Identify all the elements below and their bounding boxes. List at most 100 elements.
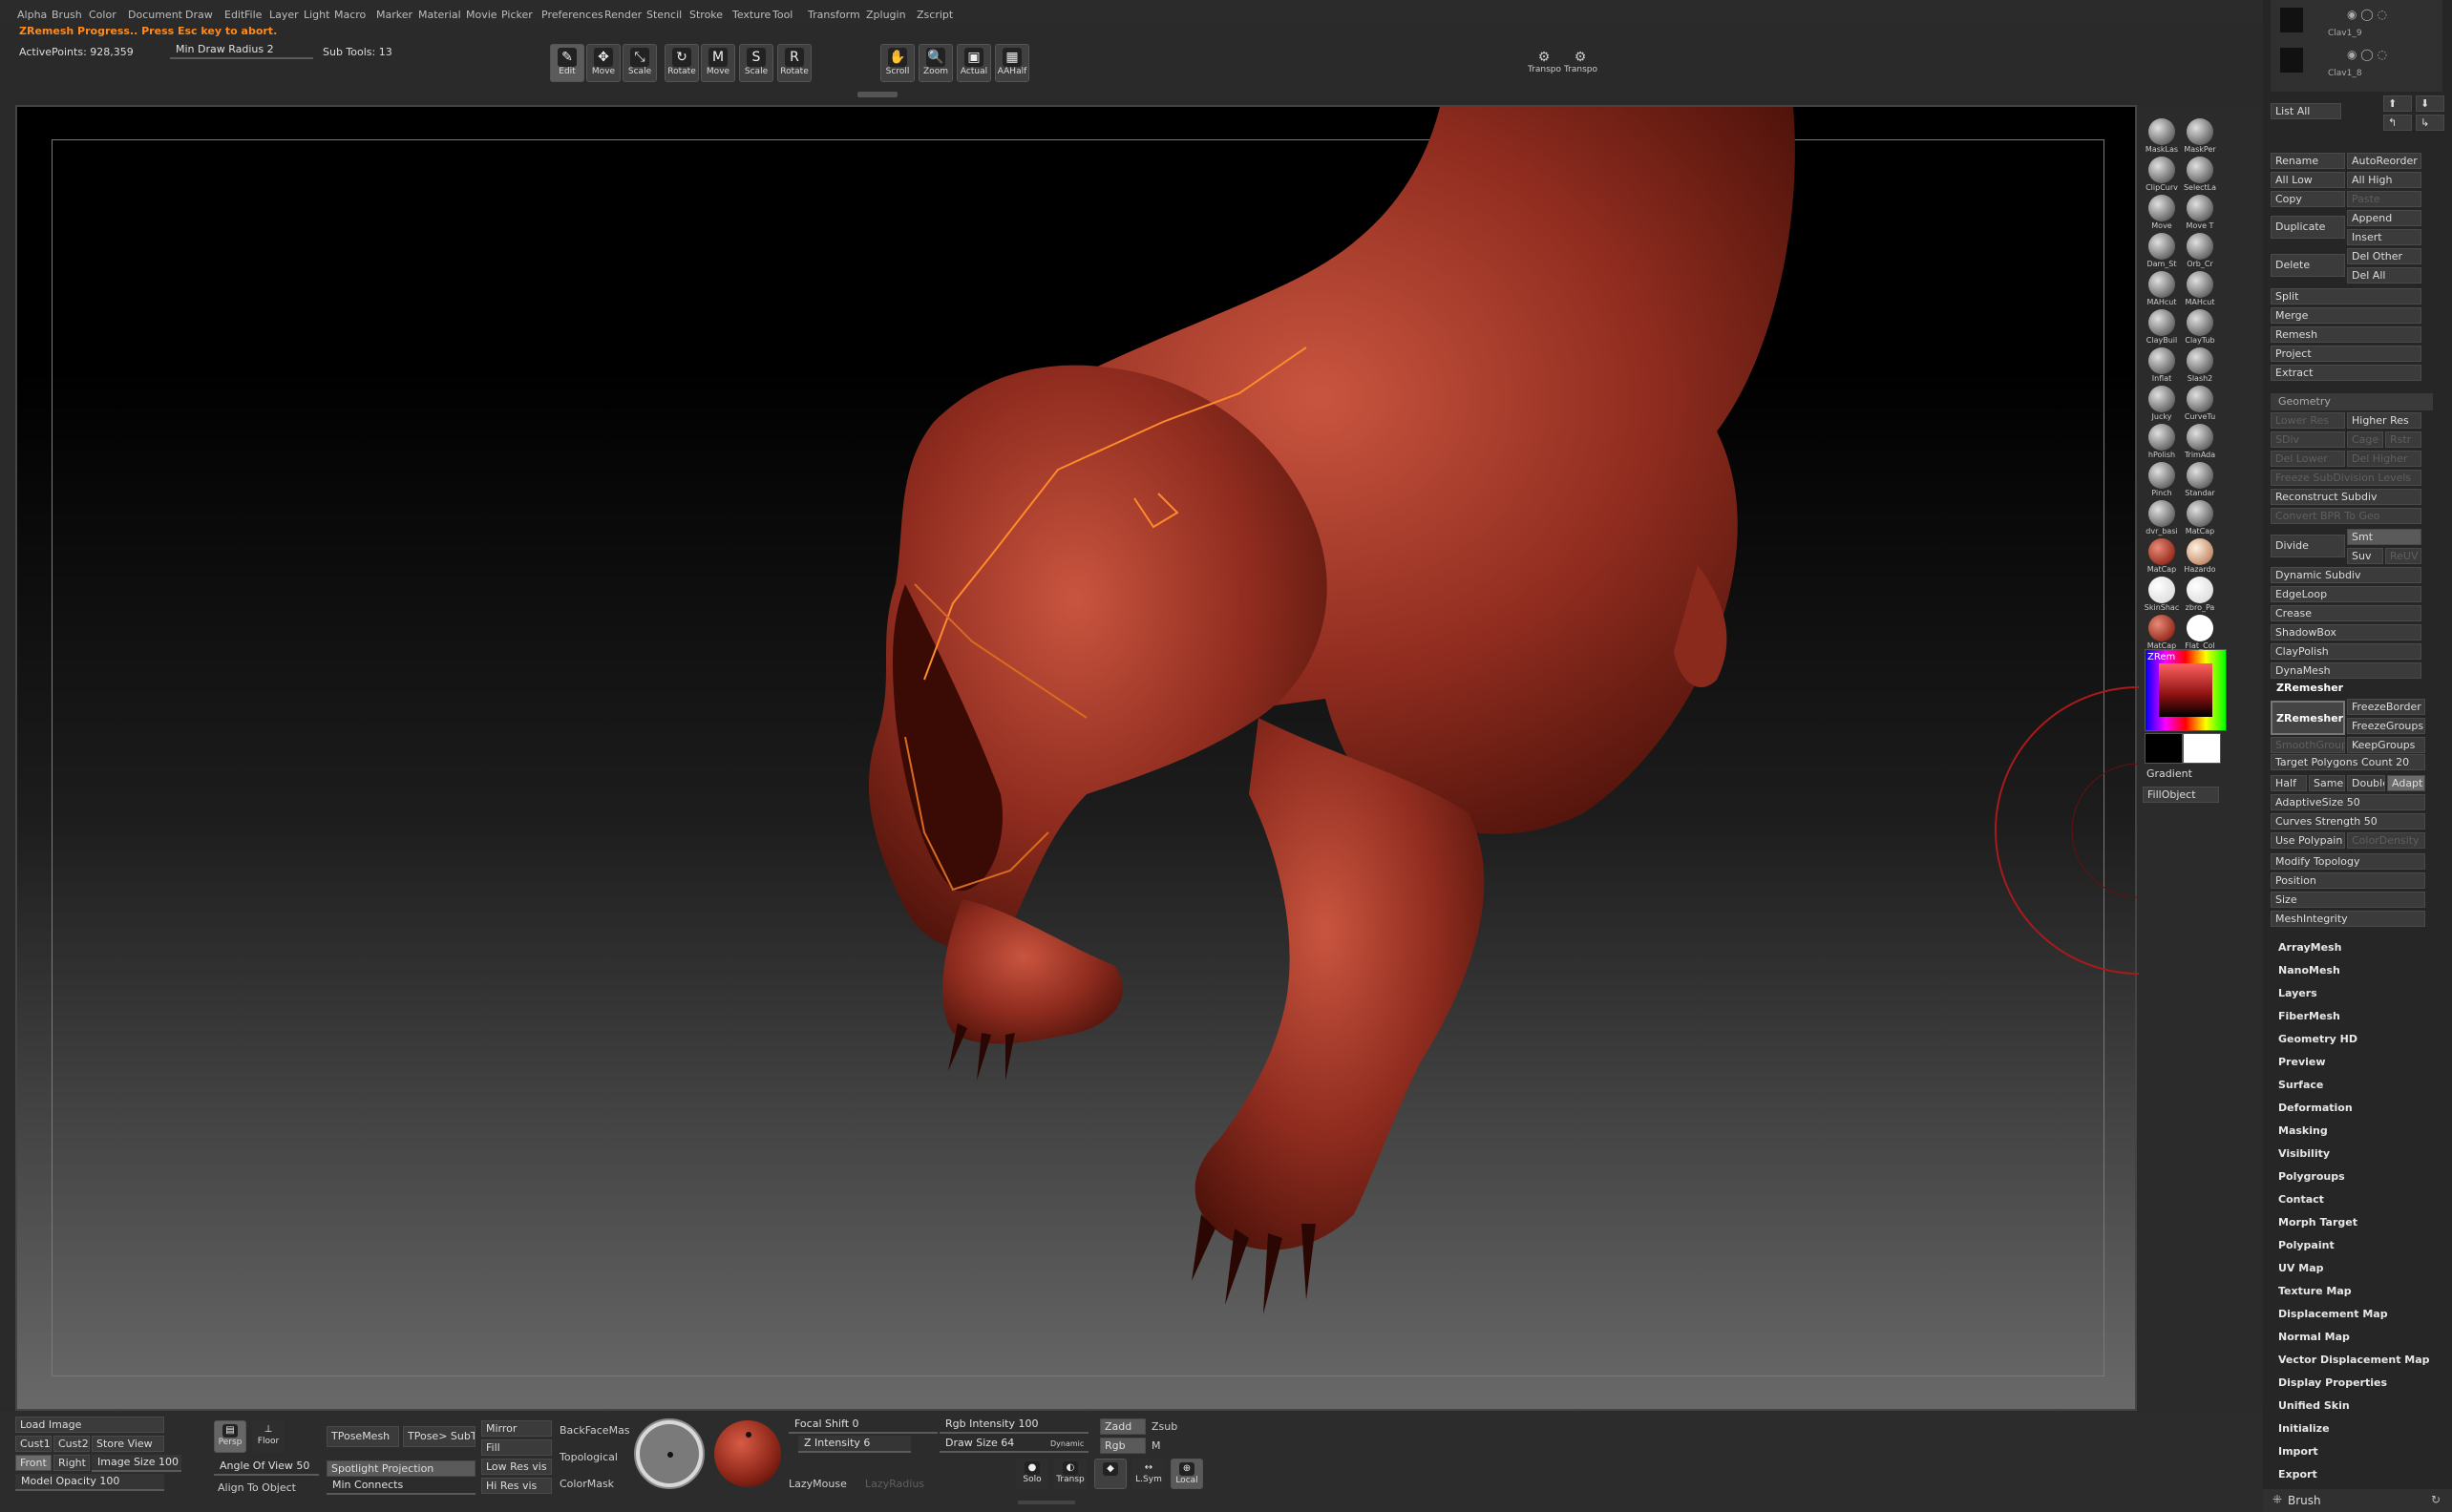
freeze-border-button[interactable]: FreezeBorder [2347, 699, 2425, 715]
tool-section-contact[interactable]: Contact [2278, 1193, 2324, 1206]
extract-section[interactable]: Extract [2271, 365, 2421, 381]
reuv-toggle[interactable]: ReUV [2385, 548, 2421, 564]
bottom-scroll-handle[interactable] [1018, 1501, 1075, 1504]
material-preview[interactable] [714, 1420, 781, 1487]
tool-section-fibermesh[interactable]: FiberMesh [2278, 1010, 2340, 1022]
adaptive-size-slider[interactable]: AdaptiveSize 50 [2271, 794, 2425, 810]
subtool-list[interactable]: Clav1_9 Clav1_8 ◉ ◯ ◌ ◉ ◯ ◌ [2271, 0, 2442, 92]
tool-section-geometry-hd[interactable]: Geometry HD [2278, 1033, 2357, 1045]
reconstruct-subdiv-button[interactable]: Reconstruct Subdiv [2271, 489, 2421, 505]
rstr-button[interactable]: Rstr [2385, 431, 2421, 448]
color-picker[interactable]: ZRem [2145, 649, 2227, 731]
menu-item-stencil[interactable]: Stencil [646, 9, 682, 21]
claypolish-section[interactable]: ClayPolish [2271, 643, 2421, 660]
list-all-button[interactable]: List All [2271, 103, 2341, 119]
dynamic-subdiv-section[interactable]: Dynamic Subdiv [2271, 567, 2421, 583]
append-button[interactable]: Append [2347, 210, 2421, 226]
menu-item-zscript[interactable]: Zscript [917, 9, 953, 21]
angle-of-view-slider[interactable]: Angle Of View 50 [214, 1459, 319, 1476]
modify-topology-section[interactable]: Modify Topology [2271, 853, 2425, 870]
tool-section-initialize[interactable]: Initialize [2278, 1422, 2330, 1435]
tool-section-layers[interactable]: Layers [2278, 987, 2317, 999]
brush-slot[interactable]: Jucky [2143, 386, 2181, 421]
copy-button[interactable]: Copy [2271, 191, 2345, 207]
all-low-button[interactable]: All Low [2271, 172, 2345, 188]
tool-section-morph-target[interactable]: Morph Target [2278, 1216, 2357, 1228]
model-opacity-slider[interactable]: Model Opacity 100 [15, 1474, 164, 1491]
paste-button[interactable]: Paste [2347, 191, 2421, 207]
tool-section-vector-displacement-map[interactable]: Vector Displacement Map [2278, 1354, 2430, 1366]
freeze-subdivision-button[interactable]: Freeze SubDivision Levels [2271, 470, 2421, 486]
rename-button[interactable]: Rename [2271, 153, 2345, 169]
eye-icon[interactable]: ◉ ◯ ◌ [2347, 8, 2387, 21]
min-connects-slider[interactable]: Min Connects [327, 1478, 476, 1495]
edit-button[interactable]: ✎ Edit [550, 44, 584, 82]
tool-section-arraymesh[interactable]: ArrayMesh [2278, 941, 2341, 954]
cust1-button[interactable]: Cust1 [15, 1436, 52, 1452]
eye-icon[interactable]: ◉ ◯ ◌ [2347, 48, 2387, 61]
main-color-swatch[interactable] [2183, 733, 2221, 764]
sdiv-slider[interactable]: SDiv [2271, 431, 2345, 448]
use-polypaint-button[interactable]: Use Polypain [2271, 832, 2345, 849]
aahalf-button[interactable]: ▦ AAHalf [995, 44, 1029, 82]
gizmo-move-button[interactable]: M Move [701, 44, 735, 82]
image-size-slider[interactable]: Image Size 100 [92, 1455, 181, 1472]
tool-section-polypaint[interactable]: Polypaint [2278, 1239, 2335, 1251]
menu-item-marker[interactable]: Marker [376, 9, 412, 21]
tool-section-texture-map[interactable]: Texture Map [2278, 1285, 2352, 1297]
brush-slot[interactable]: MatCap [2143, 615, 2181, 650]
arrow-up-icon[interactable]: ⬆ [2383, 95, 2412, 112]
menu-item-file[interactable]: File [244, 9, 262, 21]
tpose-subt-button[interactable]: TPose> SubT [403, 1426, 476, 1447]
menu-item-preferences[interactable]: Preferences [541, 9, 603, 21]
store-view-button[interactable]: Store View [92, 1436, 164, 1452]
brush-slot[interactable]: hPolish [2143, 424, 2181, 459]
del-all-button[interactable]: Del All [2347, 267, 2421, 284]
dynamic-persp-button[interactable]: ◆ [1094, 1459, 1127, 1489]
suv-toggle[interactable]: Suv [2347, 548, 2383, 564]
curves-strength-slider[interactable]: Curves Strength 50 [2271, 813, 2425, 830]
menu-item-layer[interactable]: Layer [269, 9, 299, 21]
menu-item-render[interactable]: Render [604, 9, 642, 21]
menu-item-draw[interactable]: Draw [185, 9, 213, 21]
brush-slot[interactable]: SelectLa [2181, 157, 2219, 192]
stroke-alpha-preview[interactable] [634, 1418, 705, 1489]
arrow-down-icon[interactable]: ⬇ [2416, 95, 2444, 112]
zremesher-button[interactable]: ZRemesher [2271, 701, 2345, 735]
lower-res-button[interactable]: Lower Res [2271, 412, 2345, 429]
dynamesh-section[interactable]: DynaMesh [2271, 662, 2421, 679]
brush-slot[interactable]: MaskPer [2181, 118, 2219, 154]
min-draw-radius-slider[interactable]: Min Draw Radius 2 [170, 42, 313, 59]
local-button[interactable]: ⊕ Local [1171, 1459, 1203, 1489]
brush-slot[interactable]: Slash2 [2181, 347, 2219, 383]
brush-slot[interactable]: Pinch [2143, 462, 2181, 497]
fill-object-button[interactable]: FillObject [2143, 787, 2219, 803]
backface-mask-button[interactable]: BackFaceMas [560, 1424, 630, 1437]
brush-slot[interactable]: MaskLas [2143, 118, 2181, 154]
del-higher-button[interactable]: Del Higher [2347, 451, 2421, 467]
delete-button[interactable]: Delete [2271, 254, 2345, 277]
brush-slot[interactable]: Standar [2181, 462, 2219, 497]
zadd-button[interactable]: Zadd [1100, 1418, 1146, 1435]
menu-item-color[interactable]: Color [89, 9, 116, 21]
tool-section-polygroups[interactable]: Polygroups [2278, 1170, 2345, 1183]
persp-button[interactable]: ▤ Persp [214, 1420, 246, 1453]
half-button[interactable]: Half [2271, 775, 2307, 791]
viewport-canvas[interactable] [15, 105, 2137, 1411]
menu-item-picker[interactable]: Picker [501, 9, 533, 21]
brush-slot[interactable]: Inflat [2143, 347, 2181, 383]
brush-slot[interactable]: TrimAda [2181, 424, 2219, 459]
brush-slot[interactable]: CurveTu [2181, 386, 2219, 421]
crease-section[interactable]: Crease [2271, 605, 2421, 621]
smt-toggle[interactable]: Smt [2347, 529, 2421, 545]
tool-section-displacement-map[interactable]: Displacement Map [2278, 1308, 2388, 1320]
tool-section-uv-map[interactable]: UV Map [2278, 1262, 2324, 1274]
gizmo-scale-button[interactable]: S Scale [739, 44, 773, 82]
colormask-button[interactable]: ColorMask [560, 1478, 614, 1490]
adapt-button[interactable]: Adapt [2387, 775, 2425, 791]
menu-item-macro[interactable]: Macro [334, 9, 366, 21]
solo-button[interactable]: ● Solo [1016, 1459, 1048, 1489]
zremesher-section[interactable]: ZRemesher [2276, 682, 2343, 694]
brush-palette-title[interactable]: Brush [2288, 1494, 2321, 1507]
merge-section[interactable]: Merge [2271, 307, 2421, 324]
